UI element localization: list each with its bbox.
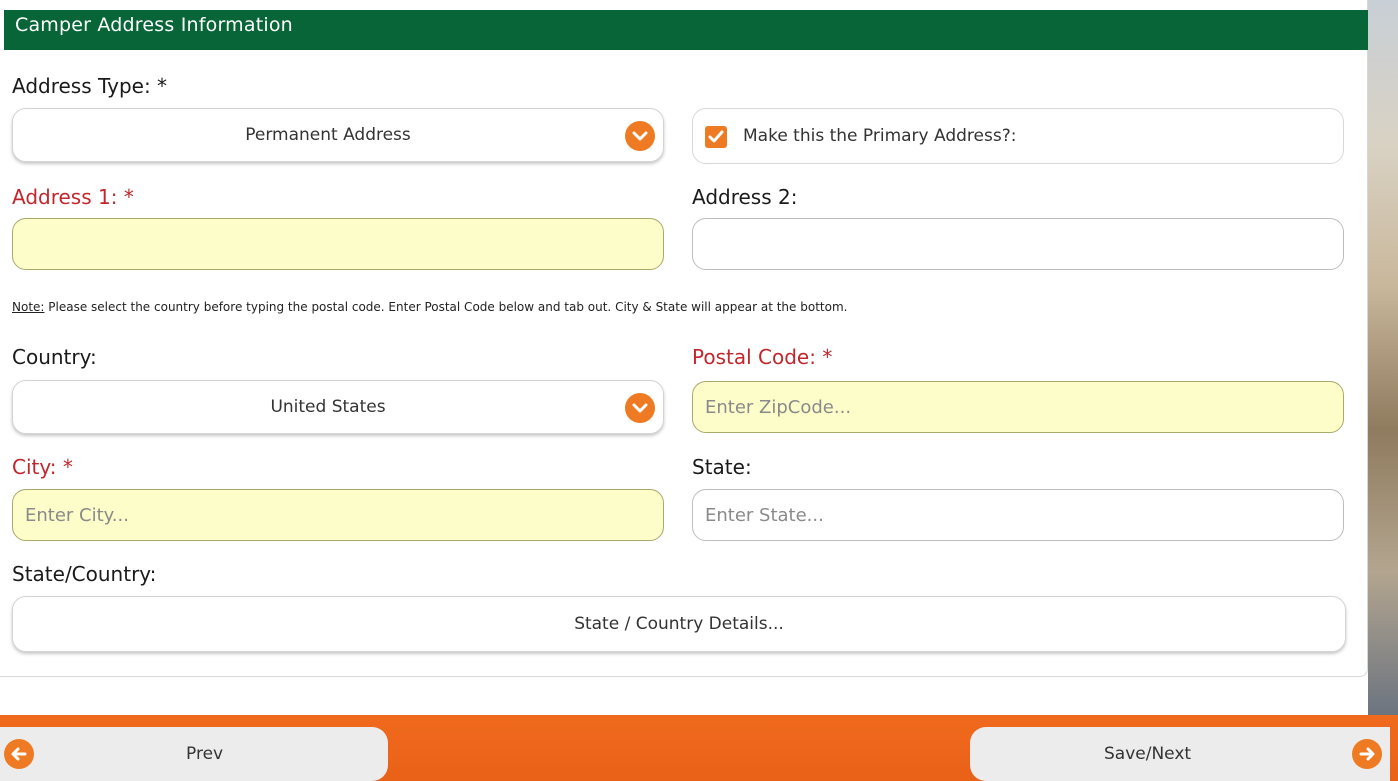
primary-address-checkbox[interactable] [705, 126, 727, 148]
address1-input[interactable] [12, 218, 664, 270]
country-label: Country: [12, 345, 97, 369]
address-type-label: Address Type: * [12, 74, 168, 98]
city-label: City: * [12, 455, 73, 479]
save-next-label: Save/Next [1104, 744, 1192, 764]
state-country-label: State/Country: [12, 562, 157, 586]
postal-code-note: Note: Please select the country before t… [12, 300, 847, 314]
note-text: Please select the country before typing … [44, 300, 848, 314]
chevron-down-icon [625, 393, 655, 423]
prev-button[interactable]: Prev [0, 727, 388, 781]
note-prefix: Note: [12, 300, 45, 314]
country-select[interactable]: United States [12, 380, 664, 434]
footer-nav-bar: Prev Save/Next [0, 715, 1398, 781]
prev-label: Prev [186, 744, 224, 764]
address2-input[interactable] [692, 218, 1344, 270]
address1-label: Address 1: * [12, 185, 134, 209]
state-input[interactable] [692, 489, 1344, 541]
primary-address-label: Make this the Primary Address?: [743, 126, 1017, 146]
address-type-select[interactable]: Permanent Address [12, 108, 664, 162]
postal-code-input[interactable] [692, 381, 1344, 433]
background-image [1368, 0, 1398, 715]
address-type-value: Permanent Address [245, 125, 411, 145]
section-header: Camper Address Information [4, 10, 1368, 50]
address2-label: Address 2: [692, 185, 798, 209]
state-country-details-button[interactable]: State / Country Details... [12, 596, 1346, 652]
arrow-right-icon [1352, 739, 1382, 769]
postal-code-label: Postal Code: * [692, 345, 833, 369]
chevron-down-icon [625, 121, 655, 151]
primary-address-option[interactable]: Make this the Primary Address?: [692, 108, 1344, 164]
country-value: United States [270, 397, 386, 417]
address-panel: Camper Address Information Address Type:… [0, 0, 1368, 677]
arrow-left-icon [4, 739, 34, 769]
save-next-button[interactable]: Save/Next [970, 727, 1390, 781]
check-icon [708, 130, 724, 143]
state-label: State: [692, 455, 752, 479]
city-input[interactable] [12, 489, 664, 541]
